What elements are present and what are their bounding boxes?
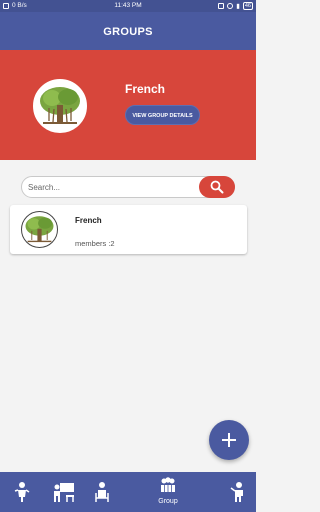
plus-icon <box>222 433 236 447</box>
bottom-navigation: Group <box>0 472 256 512</box>
nav-item-group[interactable]: Group <box>148 472 188 512</box>
app-bar: GROUPS <box>0 12 256 50</box>
page-title: GROUPS <box>103 26 153 38</box>
nav-label-group: Group <box>158 498 178 505</box>
group-avatar <box>33 79 87 133</box>
search-bar: Search... <box>21 176 235 198</box>
search-button[interactable] <box>199 176 235 198</box>
view-group-details-button[interactable]: VIEW GROUP DETAILS <box>125 105 200 125</box>
tree-icon <box>40 87 80 124</box>
sim-icon <box>218 3 225 9</box>
student-icon <box>14 482 30 502</box>
nav-item-teacher[interactable] <box>82 472 122 512</box>
person-icon <box>230 482 243 502</box>
search-icon <box>210 180 224 194</box>
signal-icon: ▮ <box>236 3 240 10</box>
classroom-icon <box>54 483 74 502</box>
group-header: French VIEW GROUP DETAILS <box>0 50 256 160</box>
status-bar: 0 B/s 11:43 PM ▮ 46 <box>0 0 256 12</box>
add-group-button[interactable] <box>209 420 249 460</box>
group-item-name: French <box>75 216 102 225</box>
group-name: French <box>125 82 166 96</box>
battery-icon: 46 <box>242 2 253 10</box>
nav-item-classroom[interactable] <box>42 472 82 512</box>
nav-item-profile[interactable] <box>218 472 258 512</box>
group-thumbnail <box>21 211 58 248</box>
search-placeholder: Search... <box>28 183 61 192</box>
group-list-item[interactable]: French members :2 <box>10 205 247 254</box>
tree-icon <box>25 216 54 243</box>
group-icon <box>161 477 175 492</box>
alarm-icon <box>227 3 234 9</box>
teacher-icon <box>95 482 109 502</box>
group-item-members: members :2 <box>75 239 115 248</box>
nav-item-students[interactable] <box>2 472 42 512</box>
